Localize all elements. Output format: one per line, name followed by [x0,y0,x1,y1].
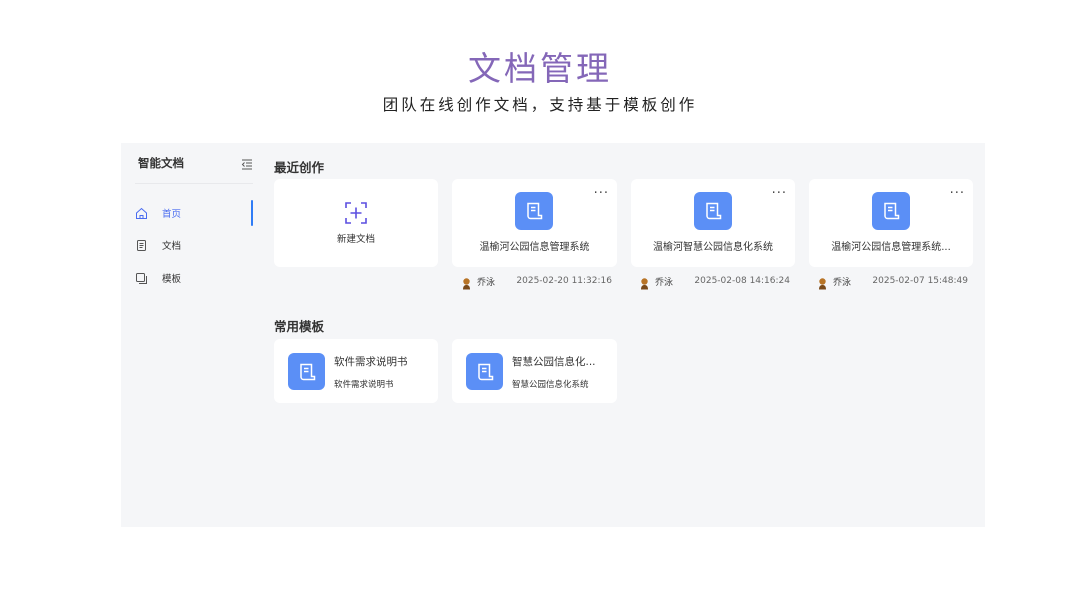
document-meta: 乔泳 2025-02-07 15:48:49 [816,274,968,289]
menu-collapse-icon[interactable] [241,155,253,170]
add-document-icon [344,201,368,225]
document-meta: 乔泳 2025-02-08 14:16:24 [638,274,790,289]
document-scroll-icon [288,353,325,390]
document-author: 乔泳 [655,277,674,288]
template-name: 智慧公园信息化... [512,356,596,368]
more-options-icon[interactable]: ··· [950,187,965,200]
sidebar-item-label: 首页 [162,209,182,220]
template-card[interactable]: 智慧公园信息化... 智慧公园信息化系统 [452,339,617,403]
avatar [460,275,473,289]
document-icon [135,239,148,252]
document-scroll-icon [872,192,910,230]
template-icon [135,272,148,285]
document-author: 乔泳 [833,277,852,288]
sidebar-item-label: 模板 [162,274,182,285]
active-indicator [251,200,253,226]
document-card[interactable]: ··· 温榆河公园信息管理系统... [809,179,973,267]
document-name: 温榆河公园信息管理系统... [831,242,951,253]
home-icon [135,207,148,220]
recent-section-title: 最近创作 [274,160,325,175]
sidebar-item-label: 文档 [162,241,182,252]
avatar [816,275,829,289]
document-scroll-icon [515,192,553,230]
slide-subtitle: 团队在线创作文档，支持基于模板创作 [382,96,698,114]
template-description: 软件需求说明书 [334,380,394,390]
template-card[interactable]: 软件需求说明书 软件需求说明书 [274,339,438,403]
sidebar-item-home[interactable]: 首页 [135,200,253,226]
new-document-label: 新建文档 [336,234,375,245]
document-scroll-icon [694,192,732,230]
new-document-button[interactable]: 新建文档 [274,179,438,267]
document-time: 2025-02-20 11:32:16 [516,276,612,286]
document-card[interactable]: ··· 温榆河公园信息管理系统 [452,179,617,267]
template-description: 智慧公园信息化系统 [512,380,589,390]
sidebar-item-templates[interactable]: 模板 [135,265,253,291]
sidebar-divider [135,183,253,184]
document-time: 2025-02-08 14:16:24 [694,276,790,286]
document-time: 2025-02-07 15:48:49 [872,276,968,286]
template-name: 软件需求说明书 [334,356,408,368]
document-meta: 乔泳 2025-02-20 11:32:16 [460,274,612,289]
document-scroll-icon [466,353,503,390]
document-author: 乔泳 [477,277,496,288]
slide-title: 文档管理 [468,49,612,88]
document-name: 温榆河智慧公园信息化系统 [653,242,773,253]
templates-section-title: 常用模板 [274,319,325,334]
document-name: 温榆河公园信息管理系统 [479,242,590,253]
document-card[interactable]: ··· 温榆河智慧公园信息化系统 [631,179,795,267]
sidebar: 智能文档 首页 文档 模板 [121,143,259,527]
sidebar-title: 智能文档 [138,156,184,170]
app-window: 智能文档 首页 文档 模板 最近创作 新建文档 ··· 温榆河公园信息管理系统 … [121,143,985,527]
more-options-icon[interactable]: ··· [772,187,787,200]
more-options-icon[interactable]: ··· [594,187,609,200]
sidebar-item-documents[interactable]: 文档 [135,232,253,258]
avatar [638,275,651,289]
